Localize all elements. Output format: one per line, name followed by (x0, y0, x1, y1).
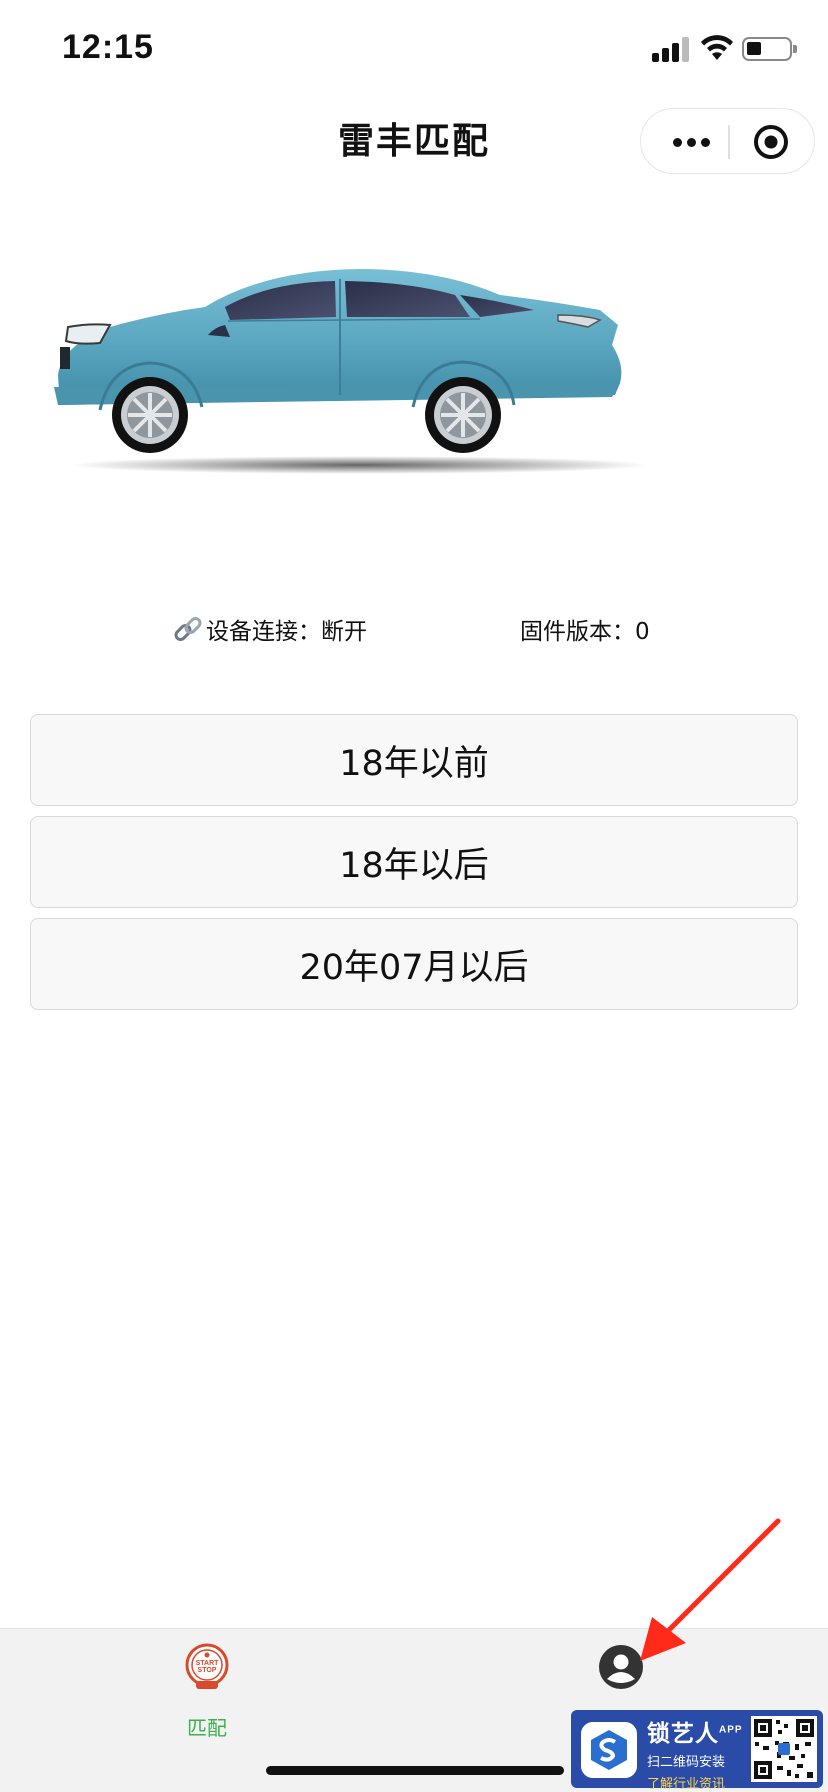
watermark-badge: 锁艺人APP 扫二维码安装 了解行业资讯 (571, 1710, 823, 1791)
tab-match[interactable]: START STOP 匹配 (137, 1639, 277, 1749)
watermark-text: 锁艺人APP 扫二维码安装 了解行业资讯 (647, 1714, 743, 1792)
home-indicator (266, 1766, 564, 1775)
close-target-icon[interactable] (751, 122, 791, 162)
mini-program-capsule (640, 108, 815, 174)
status-time: 12:15 (62, 28, 154, 66)
connection-status: 设备连接：断开 (172, 612, 367, 646)
wifi-icon (701, 35, 733, 60)
status-bar: 12:15 (0, 0, 828, 100)
option-before-2018-button[interactable]: 18年以前 (30, 714, 798, 806)
blue-sedan-car-image (54, 269, 650, 474)
firmware-version: 固件版本：0 (520, 619, 650, 645)
connection-status-label: 设备连接：断开 (206, 619, 367, 645)
svg-text:START: START (196, 1660, 220, 1667)
svg-text:STOP: STOP (198, 1667, 217, 1674)
tab-match-label: 匹配 (187, 1716, 227, 1740)
cellular-signal-icon (652, 36, 690, 62)
link-icon (174, 617, 202, 641)
option-after-2018-button[interactable]: 18年以后 (30, 816, 798, 908)
device-info-row: 设备连接：断开 固件版本：0 (0, 612, 828, 652)
capsule-divider (728, 125, 730, 159)
start-stop-icon: START STOP (185, 1643, 229, 1689)
watermark-brand: 锁艺人 (647, 1720, 719, 1746)
battery-icon (742, 37, 797, 61)
watermark-brand-tag: APP (719, 1724, 743, 1736)
watermark-line1: 扫二维码安装 (647, 1754, 726, 1769)
annotation-arrow (640, 1518, 781, 1661)
option-after-2020-07-button[interactable]: 20年07月以后 (30, 918, 798, 1010)
more-dots-icon[interactable] (661, 121, 721, 163)
watermark-logo-icon (581, 1722, 637, 1778)
qr-code-image (751, 1716, 817, 1782)
watermark-line2: 了解行业资讯 (647, 1776, 726, 1791)
